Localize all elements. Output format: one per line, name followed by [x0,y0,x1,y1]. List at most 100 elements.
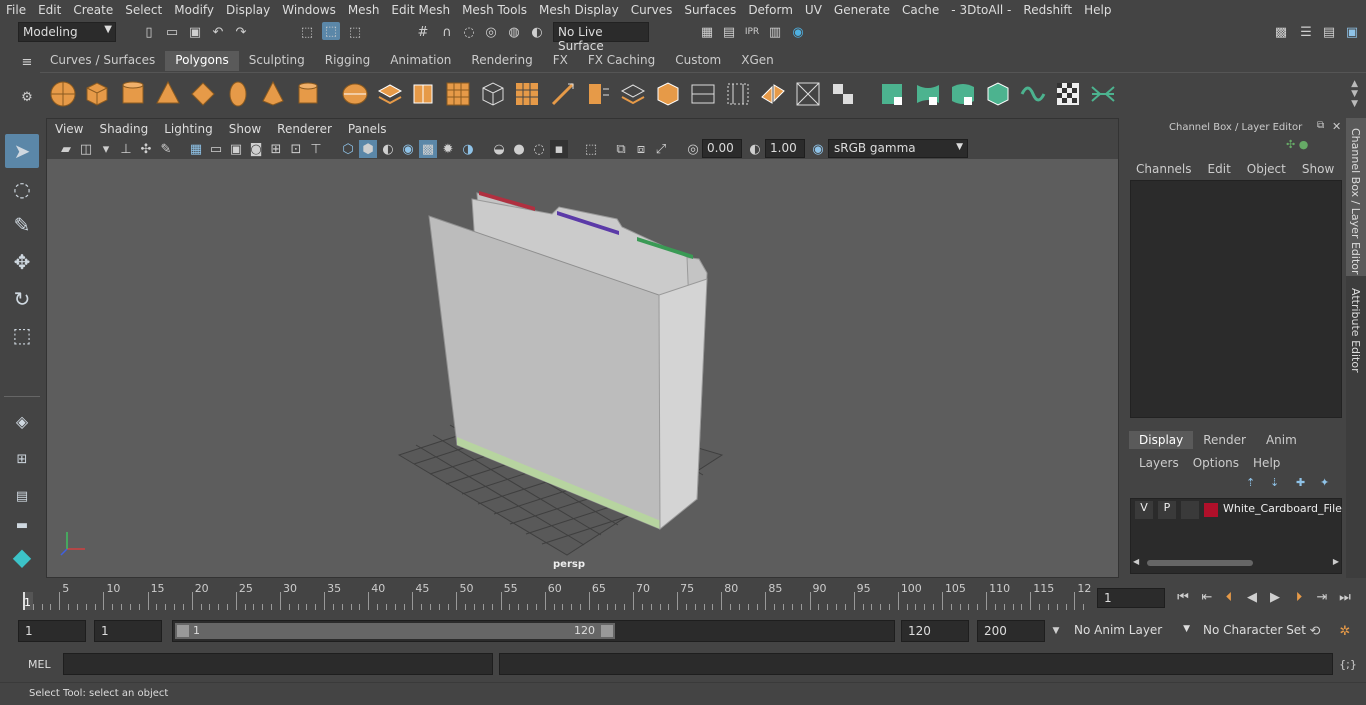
play-forwards-icon[interactable]: ▶ [1266,588,1284,606]
smooth-shade-icon[interactable]: ⬢ [359,140,377,158]
poly-cylinder-icon[interactable] [118,79,148,109]
render-view-icon[interactable]: ▦ [698,23,716,41]
script-editor-icon[interactable]: {;} [1339,655,1357,673]
close-panel-icon[interactable]: ✕ [1332,120,1341,133]
move-layer-up-icon[interactable]: ⇡ [1246,476,1255,489]
channel-menu-channels[interactable]: Channels [1136,162,1192,176]
step-forward-frame-icon[interactable]: ⏵ [1290,588,1308,606]
anim-layer-dropdown[interactable]: No Anim Layer ▼ [1068,620,1190,642]
viewport-menu-show[interactable]: Show [221,122,269,136]
shelf-tab-xgen[interactable]: XGen [731,51,784,71]
shelf-menu-icon[interactable]: ≡ [18,53,36,71]
range-slider-right-cap[interactable] [601,625,613,637]
wireframe-icon[interactable]: ⬡ [339,140,357,158]
shadows-icon[interactable]: ◑ [459,140,477,158]
isolate-select-icon[interactable]: ⬚ [582,140,600,158]
poly-pipe-icon[interactable] [293,79,323,109]
safe-title-icon[interactable]: ⊤ [307,140,325,158]
playback-start-field[interactable]: 1 [94,620,162,642]
ambient-occlusion-icon[interactable]: ◒ [490,140,508,158]
poly-sphere-icon[interactable] [48,79,78,109]
make-live-icon[interactable]: ◐ [528,23,546,41]
menu-display[interactable]: Display [220,3,276,17]
chevron-down-icon[interactable]: ▼ [1047,622,1065,640]
combine-icon[interactable] [340,79,370,109]
select-tool-icon[interactable]: ➤ [5,134,39,168]
mirror-icon[interactable] [758,79,788,109]
layer-menu-help[interactable]: Help [1253,456,1280,470]
multisample-icon[interactable]: ◌ [530,140,548,158]
float-panel-icon[interactable]: ⧉ [1317,120,1324,131]
snap-point-icon[interactable]: ◌ [460,23,478,41]
mel-input[interactable] [63,653,493,675]
playback-end-field[interactable]: 120 [901,620,969,642]
uv-automatic-icon[interactable] [983,79,1013,109]
textured-icon[interactable]: ◉ [399,140,417,158]
snap-surface-icon[interactable]: ◍ [505,23,523,41]
side-tab-attribute-editor[interactable]: Attribute Editor [1346,280,1366,380]
channel-icons[interactable]: ✣ ● [1286,138,1308,151]
field-chart-icon[interactable]: ⊞ [267,140,285,158]
render-settings-icon[interactable]: ▥ [766,23,784,41]
poly-cube-icon[interactable] [82,79,112,109]
character-set-dropdown[interactable]: No Character Set [1197,620,1306,642]
channel-menu-edit[interactable]: Edit [1208,162,1231,176]
menu-help[interactable]: Help [1078,3,1117,17]
depth-of-field-icon[interactable]: ▪ [550,140,568,158]
lasso-tool-icon[interactable]: ◌ [5,172,39,206]
snap-curve-icon[interactable]: ∩ [438,23,456,41]
poly-torus-icon[interactable] [223,79,253,109]
xray-icon[interactable]: ▩ [419,140,437,158]
bookmark-icon[interactable]: ▾ [97,140,115,158]
modeling-toolkit-icon[interactable]: ▩ [1272,23,1290,41]
triangulate-icon[interactable] [793,79,823,109]
menu-modify[interactable]: Modify [168,3,220,17]
menu-generate[interactable]: Generate [828,3,896,17]
layer-name[interactable]: White_Cardboard_File [1223,502,1342,515]
menu-redshift[interactable]: Redshift [1017,3,1078,17]
poly-cone-icon[interactable] [153,79,183,109]
camera-attributes-icon[interactable]: ◫ [77,140,95,158]
uv-spherical-icon[interactable] [948,79,978,109]
smooth-icon[interactable] [688,79,718,109]
shelf-tab-custom[interactable]: Custom [665,51,731,71]
bridge-icon[interactable] [443,79,473,109]
channel-box-toggle-icon[interactable]: ▣ [1343,23,1361,41]
live-surface-field[interactable]: No Live Surface [553,22,649,53]
motion-blur-icon[interactable]: ● [510,140,528,158]
ipr-render-icon[interactable]: IPR [743,23,761,41]
new-layer-icon[interactable]: ✚ [1296,476,1305,489]
gate-mask-icon[interactable]: ◙ [247,140,265,158]
paint-select-tool-icon[interactable]: ✎ [5,208,39,242]
layer-playback-toggle[interactable]: P [1158,501,1176,519]
shelf-tab-rendering[interactable]: Rendering [461,51,542,71]
xray-joints-icon[interactable]: ⧉ [612,140,630,158]
time-slider[interactable]: 5 10 15 20 25 30 35 40 45 50 55 60 65 70 75 80 85 90 95 100… [20,582,1092,610]
open-scene-icon[interactable]: ▭ [163,23,181,41]
menu-curves[interactable]: Curves [625,3,679,17]
scale-tool-icon[interactable]: ⬚ [5,318,39,352]
snap-view-plane-icon[interactable]: ◎ [482,23,500,41]
channel-list-area[interactable] [1130,180,1342,418]
new-layer-selected-icon[interactable]: ✦ [1320,476,1329,489]
quadrangulate-icon[interactable] [828,79,858,109]
attribute-editor-toggle-icon[interactable]: ☰ [1297,23,1315,41]
exposure-icon[interactable]: ◎ [684,140,702,158]
rotate-tool-icon[interactable]: ↻ [5,282,39,316]
move-layer-down-icon[interactable]: ⇣ [1270,476,1279,489]
menu-select[interactable]: Select [119,3,168,17]
scroll-thumb[interactable] [1147,560,1253,566]
extrude-icon[interactable] [408,79,438,109]
gamma-icon[interactable]: ◐ [746,140,764,158]
select-component-icon[interactable]: ⬚ [346,23,364,41]
select-hierarchy-icon[interactable]: ⬚ [298,23,316,41]
step-forward-key-icon[interactable]: ⇥ [1313,588,1331,606]
shelf-settings-icon[interactable]: ⚙ [18,88,36,106]
range-slider[interactable]: 1 120 [172,620,895,642]
layer-tab-display[interactable]: Display [1129,431,1194,449]
hud-icon[interactable]: ⤢ [652,140,670,158]
animation-start-field[interactable]: 1 [18,620,86,642]
menu-edit-mesh[interactable]: Edit Mesh [385,3,456,17]
menu-edit[interactable]: Edit [32,3,67,17]
viewport-menu-shading[interactable]: Shading [91,122,156,136]
